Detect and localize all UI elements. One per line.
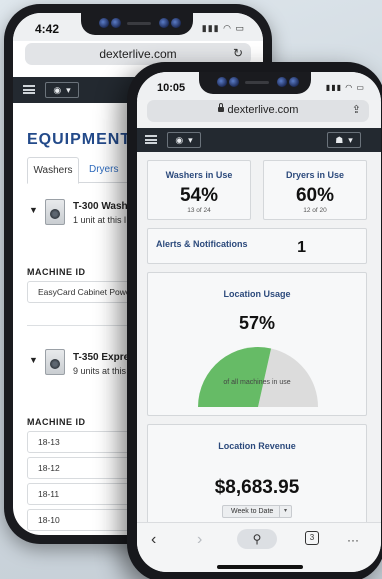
tabs-button[interactable]: 3 <box>305 531 319 545</box>
notch <box>199 72 311 94</box>
browser-toolbar: ‹ › ⚲ 3 ··· <box>137 522 381 572</box>
collapse-caret-icon[interactable]: ▼ <box>29 205 38 215</box>
notch <box>81 13 193 35</box>
card-title: Location Usage <box>223 289 291 299</box>
camera-icon <box>217 77 227 87</box>
front-phone-screen: 10:05 ▮▮▮ ◠ ▭ dexterlive.com ⇪ ◉ ▾ ☗ ▾ W… <box>137 72 381 572</box>
card-title: Dryers in Use <box>285 170 345 180</box>
menu-icon[interactable] <box>23 85 35 94</box>
signal-wifi-battery-icons: ▮▮▮ ◠ ▭ <box>325 83 365 92</box>
washers-detail: 13 of 24 <box>187 207 211 214</box>
camera-icon <box>277 77 287 87</box>
period-value: Week to Date <box>231 508 274 515</box>
app-navbar: ◉ ▾ ☗ ▾ <box>137 128 381 152</box>
reload-icon[interactable]: ↻ <box>233 46 243 60</box>
washers-in-use-card: Washers in Use 54% 13 of 24 <box>147 160 251 220</box>
share-icon[interactable]: ⇪ <box>352 103 361 116</box>
location-revenue-card: Location Revenue $8,683.95 Week to Date … <box>147 424 367 536</box>
sensor-icon <box>289 77 299 87</box>
status-time: 4:42 <box>35 22 60 36</box>
dryers-in-use-card: Dryers in Use 60% 12 of 20 <box>263 160 367 220</box>
speaker-grille <box>245 81 269 84</box>
usage-gauge <box>198 346 318 407</box>
card-title: Location Revenue <box>218 441 296 451</box>
url-text: dexterlive.com <box>227 104 299 116</box>
search-button[interactable]: ⚲ <box>237 529 277 549</box>
back-icon[interactable]: ‹ <box>151 531 156 549</box>
washers-percent: 54% <box>179 185 219 206</box>
card-title: Washers in Use <box>165 170 233 180</box>
forward-icon[interactable]: › <box>197 531 202 549</box>
revenue-amount: $8,683.95 <box>214 477 300 498</box>
more-icon[interactable]: ··· <box>347 533 359 547</box>
machine-id-header: MACHINE ID <box>27 417 86 427</box>
period-select[interactable]: Week to Date ▾ <box>222 505 292 518</box>
sensor-icon <box>171 18 181 28</box>
search-icon: ⚲ <box>252 532 262 546</box>
location-dropdown[interactable]: ◉ ▾ <box>45 82 79 98</box>
washer-icon <box>45 199 65 225</box>
alerts-count: 1 <box>297 239 306 256</box>
alerts-title: Alerts & Notifications <box>156 239 248 249</box>
lock-icon <box>217 103 224 112</box>
location-dropdown[interactable]: ◉ ▾ <box>167 132 201 148</box>
alerts-card[interactable]: Alerts & Notifications 1 <box>147 228 367 264</box>
dryers-percent: 60% <box>295 185 335 206</box>
sensor-icon <box>111 18 121 28</box>
user-menu-dropdown[interactable]: ☗ ▾ <box>327 132 361 148</box>
page-title: EQUIPMENT <box>27 131 132 148</box>
equipment-summary: 9 units at this <box>73 366 127 376</box>
status-time: 10:05 <box>157 82 186 94</box>
url-display: dexterlive.com <box>147 103 369 116</box>
camera-icon <box>99 18 109 28</box>
usage-caption: of all machines in use <box>223 379 291 386</box>
menu-icon[interactable] <box>145 135 157 144</box>
chevron-down-icon: ▾ <box>279 506 291 517</box>
usage-percent: 57% <box>238 313 276 333</box>
machine-id-header: MACHINE ID <box>27 267 86 277</box>
location-usage-card: Location Usage 57% of all machines in us… <box>147 272 367 416</box>
washer-icon <box>45 349 65 375</box>
equipment-summary: 1 unit at this l <box>73 215 127 225</box>
url-text: dexterlive.com <box>99 47 177 61</box>
tab-dryers[interactable]: Dryers <box>89 157 118 183</box>
address-bar[interactable]: dexterlive.com ⇪ <box>147 100 369 122</box>
scene: 4:42 ▮▮▮ ◠ ▭ dexterlive.com ↻ ◉ ▾ EQUIPM… <box>0 0 382 579</box>
tab-washers[interactable]: Washers <box>27 157 79 184</box>
speaker-grille <box>127 22 151 25</box>
camera-icon <box>159 18 169 28</box>
front-phone: 10:05 ▮▮▮ ◠ ▭ dexterlive.com ⇪ ◉ ▾ ☗ ▾ W… <box>127 62 382 579</box>
signal-wifi-battery-icons: ▮▮▮ ◠ ▭ <box>201 23 245 33</box>
collapse-caret-icon[interactable]: ▼ <box>29 355 38 365</box>
home-indicator <box>217 565 303 569</box>
sensor-icon <box>229 77 239 87</box>
dryers-detail: 12 of 20 <box>303 207 327 214</box>
